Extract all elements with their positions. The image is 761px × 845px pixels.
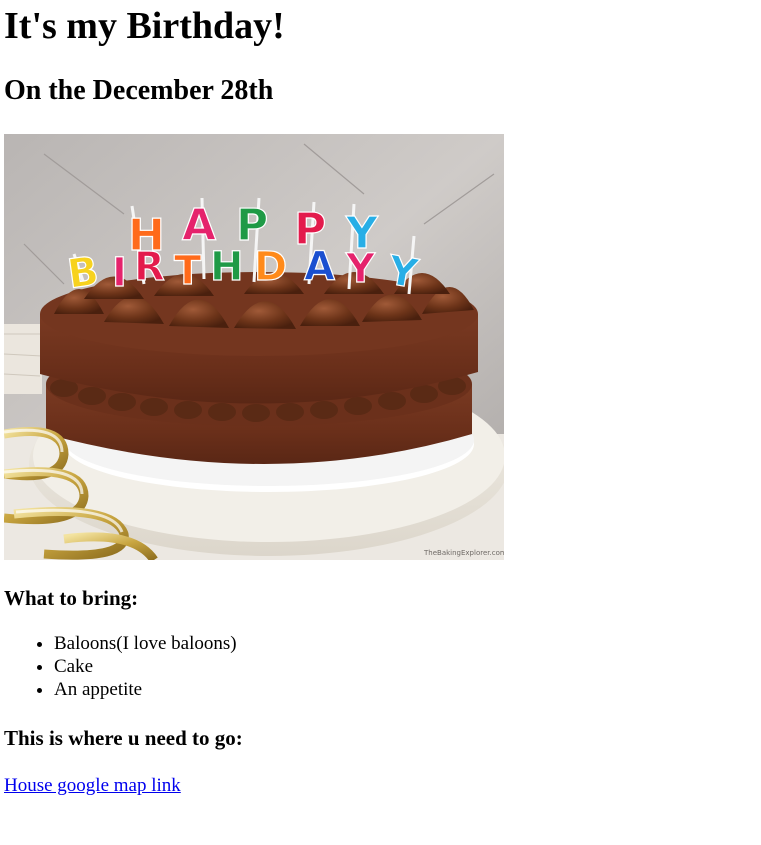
list-item: Baloons(I love baloons) bbox=[54, 632, 757, 655]
svg-text:I: I bbox=[112, 250, 127, 296]
svg-text:H: H bbox=[210, 244, 243, 290]
svg-text:A: A bbox=[304, 244, 335, 290]
list-item: Cake bbox=[54, 655, 757, 678]
list-item: An appetite bbox=[54, 678, 757, 701]
page-title: It's my Birthday! bbox=[4, 5, 285, 47]
svg-text:D: D bbox=[254, 244, 287, 290]
page-subtitle: On the December 28th bbox=[4, 75, 274, 106]
google-map-link[interactable]: House google map link bbox=[4, 775, 181, 797]
svg-text:R: R bbox=[134, 244, 165, 290]
svg-text:Y: Y bbox=[345, 246, 376, 292]
svg-text:T: T bbox=[174, 248, 202, 294]
svg-text:B: B bbox=[65, 248, 102, 298]
directions-heading: This is where u need to go: bbox=[4, 726, 243, 750]
image-watermark: TheBakingExplorer.com bbox=[423, 549, 504, 557]
birthday-cake-image: H A P P Y B I R T H D A Y Y TheBakingExp… bbox=[4, 134, 504, 560]
what-to-bring-heading: What to bring: bbox=[4, 586, 139, 610]
bring-list: Baloons(I love baloons) Cake An appetite bbox=[4, 632, 757, 701]
